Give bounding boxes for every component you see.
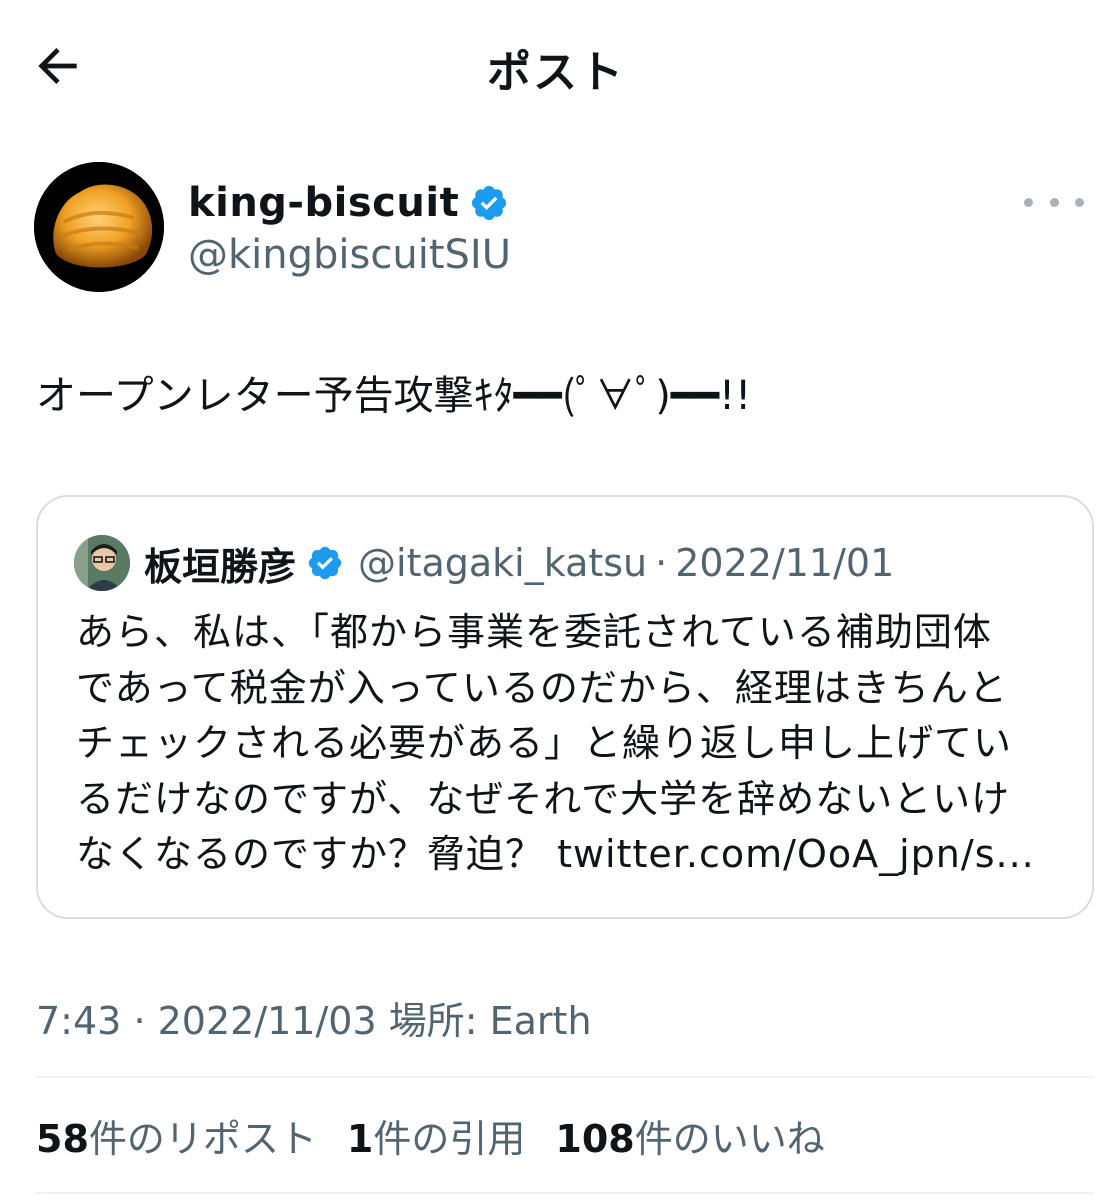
- more-options-button[interactable]: [1024, 192, 1084, 212]
- quote-text-line: あら、私は、「都から事業を委託されている補助団体: [76, 610, 992, 654]
- more-horizontal-icon: [1049, 197, 1059, 207]
- quote-text-line: なくなるのですか？脅迫？ twitter.com/OoA_jpn/s...: [76, 832, 1035, 876]
- quote-header: 板垣勝彦 @itagaki_katsu · 2022/11/01: [144, 535, 894, 591]
- quotes-count: 1: [346, 1117, 374, 1161]
- author-handle[interactable]: @kingbiscuitSIU: [188, 232, 511, 278]
- divider: [36, 1076, 1094, 1078]
- quoted-post[interactable]: 板垣勝彦 @itagaki_katsu · 2022/11/01 あら、私は、「…: [36, 495, 1094, 919]
- post-date[interactable]: 2022/11/03: [158, 999, 377, 1043]
- more-horizontal-icon: [1075, 197, 1084, 207]
- quote-separator: ·: [655, 541, 668, 585]
- person-avatar-image: [74, 535, 130, 591]
- quotes-label: 件の引用: [373, 1117, 526, 1161]
- likes-label: 件のいいね: [634, 1117, 825, 1161]
- quote-text-line: であって税金が入っているのだから、経理はきちんと: [76, 665, 1008, 710]
- verified-badge-icon: [472, 185, 507, 221]
- quote-text: あら、私は、「都から事業を委託されている補助団体 であって税金が入っているのだか…: [76, 605, 1066, 883]
- likes-stat[interactable]: 108件のいいね: [555, 1108, 824, 1163]
- post-location: 場所: Earth: [388, 999, 592, 1043]
- quote-text-line: チェックされる必要がある」と繰り返し申し上げてい: [76, 721, 1013, 765]
- quotes-stat[interactable]: 1件の引用: [347, 1108, 525, 1163]
- reposts-count: 58: [36, 1117, 89, 1161]
- biscuit-avatar-image: [34, 162, 164, 292]
- quote-date: 2022/11/01: [675, 541, 895, 585]
- avatar[interactable]: [34, 162, 164, 292]
- reposts-label: 件のリポスト: [88, 1117, 317, 1161]
- top-bar: ポスト: [0, 0, 1112, 130]
- page-title: ポスト: [487, 47, 625, 98]
- reposts-stat[interactable]: 58件のリポスト: [36, 1108, 317, 1163]
- post-meta: 7:43 · 2022/11/03 場所: Earth: [36, 990, 592, 1045]
- likes-count: 108: [555, 1117, 635, 1161]
- post-stats: 58件のリポスト 1件の引用 108件のいいね: [36, 1108, 855, 1163]
- author-display-name[interactable]: king-biscuit: [188, 180, 459, 226]
- quote-display-name: 板垣勝彦: [144, 544, 297, 589]
- quote-avatar[interactable]: [74, 535, 130, 591]
- post-author: king-biscuit @kingbiscuitSIU: [34, 162, 1084, 294]
- meta-separator: ·: [133, 999, 146, 1043]
- post-time[interactable]: 7:43: [36, 999, 121, 1043]
- verified-badge-icon: [308, 546, 342, 580]
- quote-handle: @itagaki_katsu: [358, 541, 648, 585]
- divider: [36, 1192, 1094, 1194]
- post-text: オープンレター予告攻撃ｷﾀ━━(ﾟ∀ﾟ)━━!!: [36, 373, 752, 419]
- quote-text-line: るだけなのですが、なぜそれで大学を辞めないといけ: [76, 776, 1011, 821]
- author-name-row: king-biscuit: [188, 178, 509, 228]
- more-horizontal-icon: [1024, 197, 1033, 207]
